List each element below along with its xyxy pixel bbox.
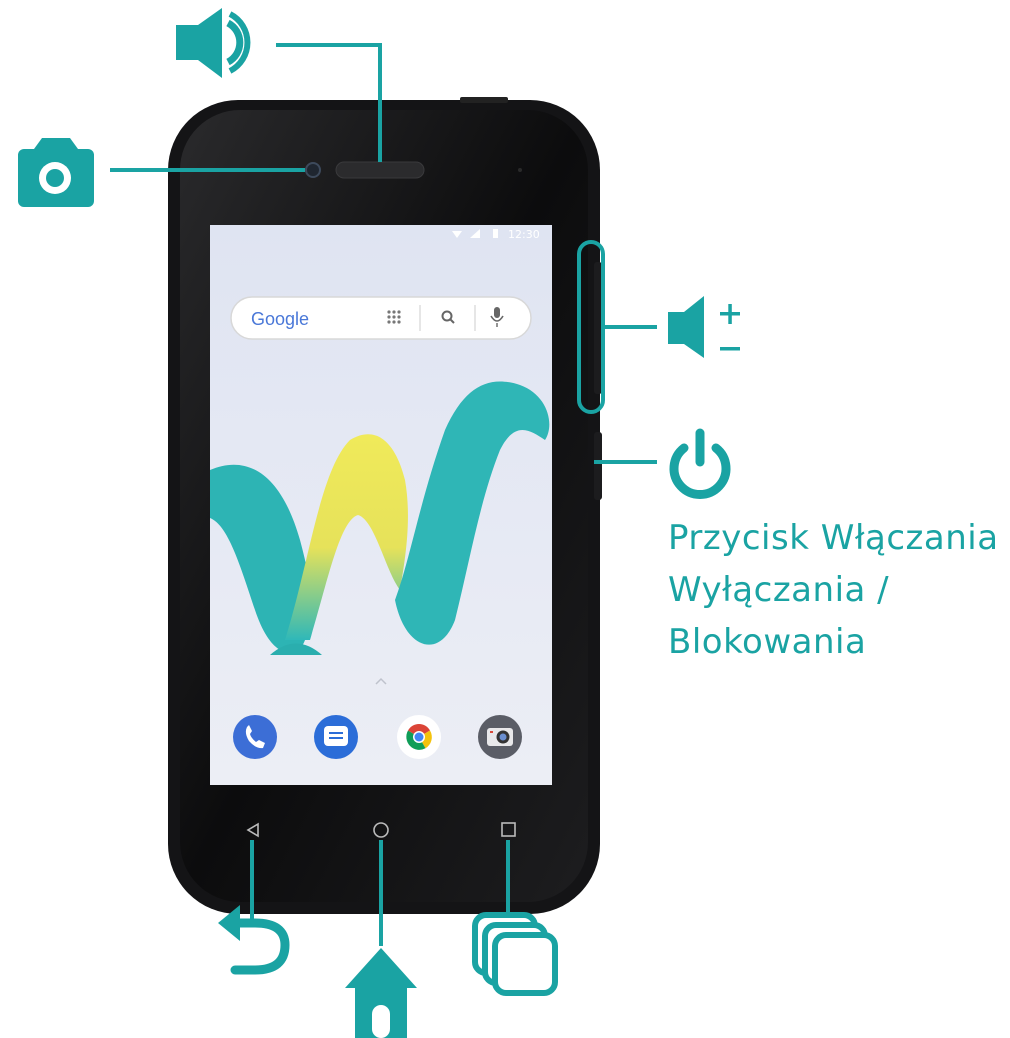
side-power-button [594,432,602,500]
home-icon [345,948,417,1038]
google-logo: Google [251,309,309,329]
recent-apps-icon [472,912,558,996]
chrome-app-icon[interactable] [397,715,441,759]
volume-plus-minus-icon [668,296,740,358]
power-caption-line-3: Blokowania [668,622,867,662]
screen: 12:30 Google [210,225,552,785]
proximity-sensor [518,168,522,172]
top-button-stub [460,97,508,103]
camera-app-icon[interactable] [478,715,522,759]
phone: 12:30 Google [168,97,602,914]
side-volume-rocker [594,262,602,394]
messages-app-icon[interactable] [314,715,358,759]
battery-icon [493,229,498,238]
earpiece [335,161,425,179]
front-camera-lens [305,162,321,178]
google-search-bar[interactable]: Google [230,296,532,340]
phone-app-icon[interactable] [233,715,277,759]
power-caption-line-2: Wyłączania / [668,570,890,610]
power-icon [669,428,731,499]
status-time: 12:30 [508,228,540,241]
apps-grid-icon[interactable] [387,310,401,324]
camera-icon [18,138,94,207]
power-caption-line-1: Przycisk Włączania [668,518,999,558]
speaker-icon [176,8,251,78]
power-button-caption: Przycisk Włączania Wyłączania / Blokowan… [668,512,999,668]
